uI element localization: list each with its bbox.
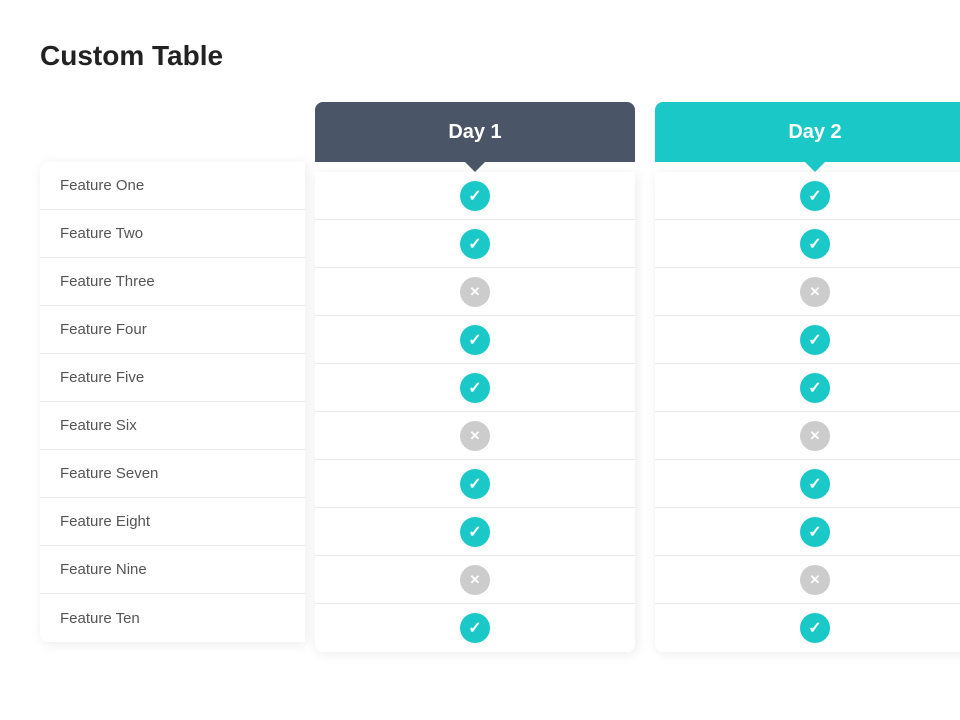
day1-cells — [315, 172, 635, 652]
check-icon — [460, 613, 490, 643]
day2-header: Day 2 — [655, 102, 960, 162]
page-wrapper: Custom Table Feature OneFeature TwoFeatu… — [0, 0, 960, 720]
feature-label: Feature Nine — [40, 546, 305, 594]
day2-cell — [655, 172, 960, 220]
feature-label: Feature Seven — [40, 450, 305, 498]
check-icon — [460, 469, 490, 499]
x-icon — [800, 565, 830, 595]
x-icon — [800, 277, 830, 307]
feature-label: Feature Four — [40, 306, 305, 354]
day2-cells — [655, 172, 960, 652]
x-icon — [460, 421, 490, 451]
day1-label: Day 1 — [448, 121, 501, 144]
day2-cell — [655, 220, 960, 268]
x-icon — [460, 277, 490, 307]
day1-header: Day 1 — [315, 102, 635, 162]
day2-cell — [655, 364, 960, 412]
check-icon — [800, 613, 830, 643]
day2-cell — [655, 316, 960, 364]
feature-label: Feature Two — [40, 210, 305, 258]
day2-cell — [655, 460, 960, 508]
day1-cell — [315, 172, 635, 220]
day2-cell — [655, 412, 960, 460]
day1-cell — [315, 220, 635, 268]
feature-label: Feature Ten — [40, 594, 305, 642]
day1-cell — [315, 364, 635, 412]
check-icon — [800, 373, 830, 403]
day1-cell — [315, 268, 635, 316]
day1-cell — [315, 412, 635, 460]
check-icon — [800, 325, 830, 355]
check-icon — [800, 181, 830, 211]
day2-column: Day 2 — [655, 102, 960, 652]
check-icon — [460, 229, 490, 259]
day1-cell — [315, 604, 635, 652]
feature-label: Feature Three — [40, 258, 305, 306]
comparison-table: Feature OneFeature TwoFeature ThreeFeatu… — [40, 102, 920, 652]
check-icon — [800, 469, 830, 499]
day2-label: Day 2 — [788, 121, 841, 144]
x-icon — [460, 565, 490, 595]
day2-cell — [655, 508, 960, 556]
day1-cell — [315, 508, 635, 556]
feature-label: Feature One — [40, 162, 305, 210]
feature-label: Feature Five — [40, 354, 305, 402]
page-title: Custom Table — [40, 40, 920, 72]
check-icon — [460, 517, 490, 547]
x-icon — [800, 421, 830, 451]
check-icon — [460, 181, 490, 211]
feature-label: Feature Eight — [40, 498, 305, 546]
day1-cell — [315, 460, 635, 508]
day2-cell — [655, 268, 960, 316]
check-icon — [460, 373, 490, 403]
features-column: Feature OneFeature TwoFeature ThreeFeatu… — [40, 162, 305, 642]
check-icon — [800, 229, 830, 259]
check-icon — [460, 325, 490, 355]
day1-column: Day 1 — [315, 102, 635, 652]
feature-label: Feature Six — [40, 402, 305, 450]
day2-cell — [655, 556, 960, 604]
check-icon — [800, 517, 830, 547]
day2-cell — [655, 604, 960, 652]
day1-cell — [315, 556, 635, 604]
day1-cell — [315, 316, 635, 364]
